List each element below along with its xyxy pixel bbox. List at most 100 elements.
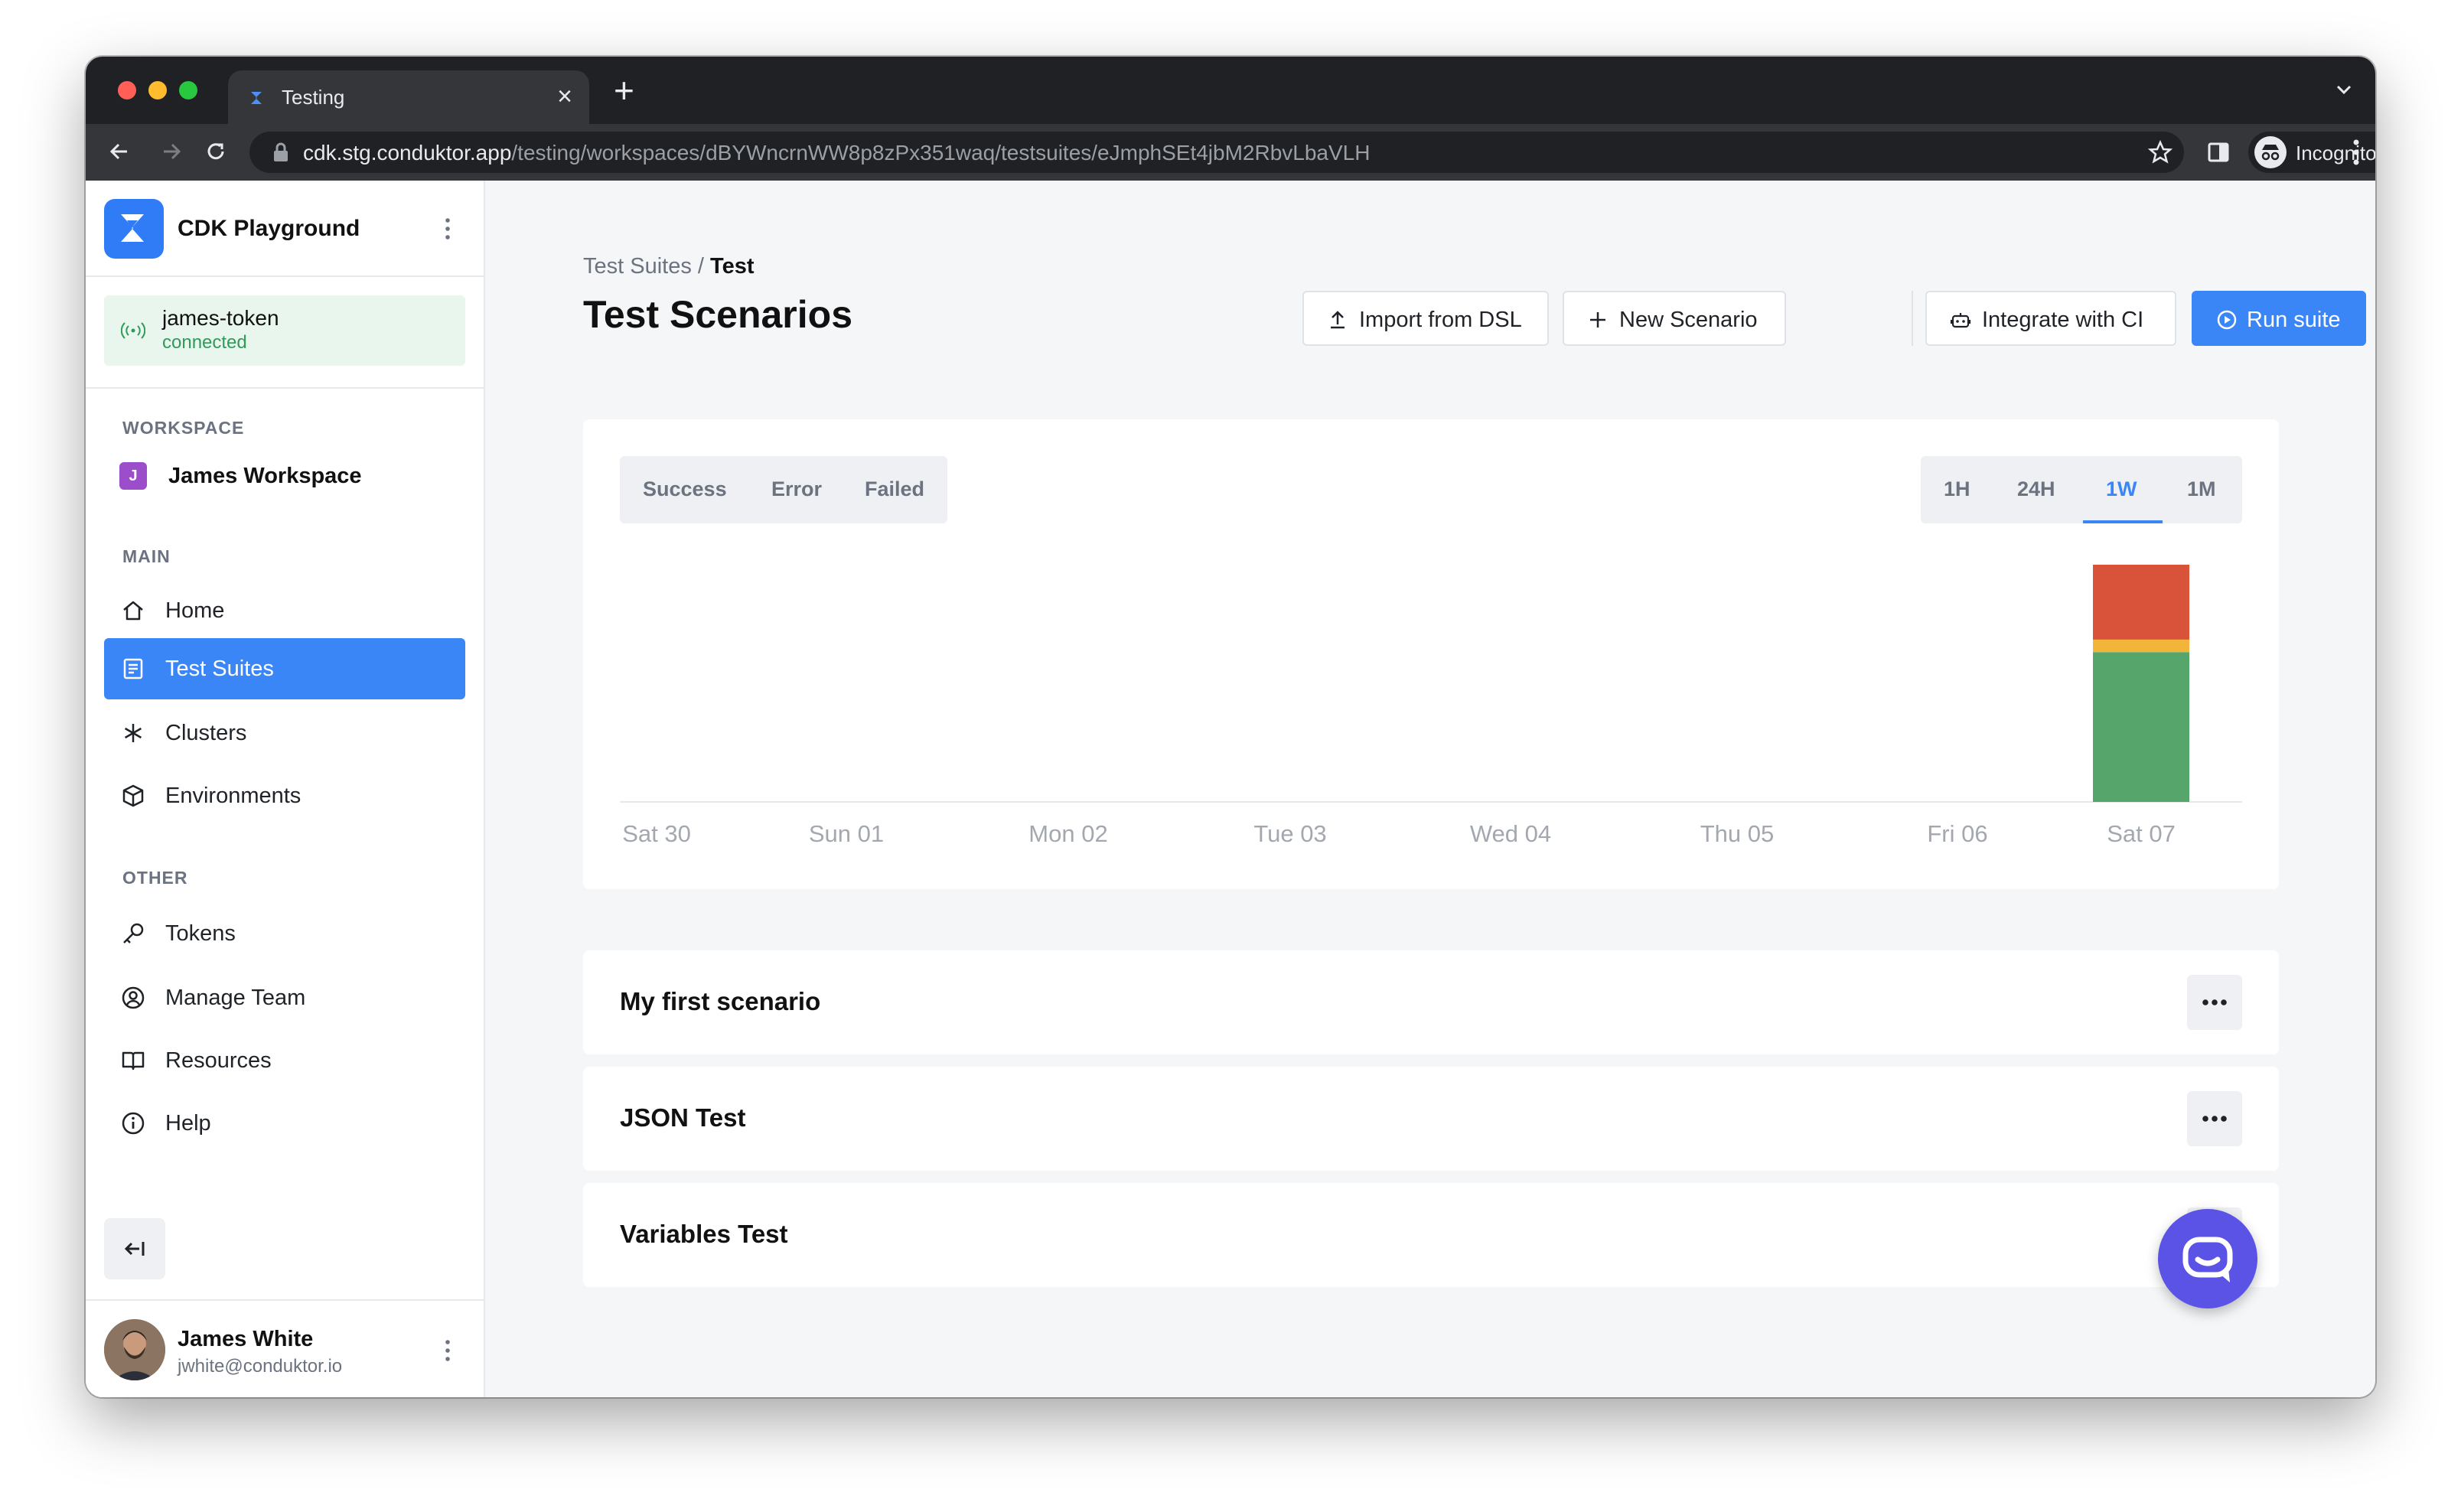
side-panel-icon[interactable] [2205, 139, 2231, 165]
conduktor-logo-icon [104, 199, 164, 259]
breadcrumb-parent-link[interactable]: Test Suites [583, 254, 692, 279]
page-title: Test Scenarios [583, 293, 853, 336]
document-icon [123, 658, 143, 679]
token-status-card[interactable]: james-token connected [104, 295, 465, 366]
scenario-row[interactable]: Variables Test [583, 1183, 2279, 1287]
chat-bubble-icon [2182, 1237, 2233, 1282]
bar-segment-error[interactable] [2093, 639, 2189, 653]
test-results-chart-card: Success Error Failed 1H 24H 1W 1M Sat 30… [583, 419, 2279, 889]
token-status: connected [162, 332, 247, 353]
back-arrow-icon[interactable] [106, 138, 133, 165]
incognito-label: Incognito [2296, 142, 2375, 165]
sidebar-item-environments[interactable]: Environments [104, 765, 465, 826]
scenario-name: My first scenario [620, 987, 821, 1015]
workspace-badge: J [119, 462, 147, 490]
collapse-sidebar-button[interactable] [104, 1218, 165, 1279]
browser-toolbar: cdk.stg.conduktor.app/testing/workspaces… [86, 124, 2375, 181]
main-content: Test Suites / Test Test Scenarios Import… [485, 181, 2375, 1397]
user-profile[interactable]: James White jwhite@conduktor.io [104, 1319, 465, 1380]
upload-icon [1331, 311, 1345, 329]
run-suite-button[interactable]: Run suite [2192, 291, 2366, 346]
x-tick-label: Fri 06 [1927, 820, 1987, 847]
address-bar[interactable]: cdk.stg.conduktor.app/testing/workspaces… [249, 132, 2184, 173]
cube-icon [122, 784, 144, 807]
import-from-dsl-button[interactable]: Import from DSL [1302, 291, 1549, 346]
forward-arrow-icon[interactable] [158, 138, 185, 165]
x-tick-label: Wed 04 [1470, 820, 1551, 847]
sidebar-item-label: Help [165, 1111, 211, 1136]
url-path: /testing/workspaces/dBYWncrnWW8p8zPx351w… [511, 141, 1371, 165]
sidebar-item-test-suites[interactable]: Test Suites [104, 638, 465, 699]
user-menu-icon[interactable] [444, 1339, 451, 1362]
user-name: James White [178, 1327, 314, 1351]
close-window-button[interactable] [118, 81, 136, 99]
conduktor-favicon-icon [251, 92, 262, 104]
user-circle-icon [122, 986, 145, 1009]
broadcast-icon [121, 322, 145, 339]
divider [86, 387, 484, 389]
info-icon [122, 1112, 145, 1135]
test-results-chart: Sat 30 Sun 01 Mon 02 Tue 03 Wed 04 Thu 05 Fri … [620, 565, 2242, 847]
workspace-section-label: WORKSPACE [122, 418, 245, 438]
x-tick-label: Thu 05 [1700, 820, 1775, 847]
collapse-arrow-icon [124, 1242, 145, 1256]
sidebar-item-tokens[interactable]: Tokens [104, 903, 465, 964]
close-tab-icon[interactable]: × [557, 81, 572, 112]
scenario-row[interactable]: JSON Test [583, 1067, 2279, 1171]
browser-titlebar: Testing × + [86, 57, 2375, 124]
sidebar-item-manage-team[interactable]: Manage Team [104, 967, 465, 1028]
other-section-label: OTHER [122, 868, 188, 888]
workspace-selector[interactable]: J James Workspace [119, 461, 456, 491]
avatar [104, 1319, 165, 1380]
toolbar-divider [1912, 291, 1913, 346]
robot-icon [1950, 313, 1971, 328]
sidebar-item-label: Tokens [165, 921, 236, 946]
plus-icon [1590, 312, 1605, 327]
divider [86, 1299, 484, 1301]
bar-segment-success[interactable] [2093, 652, 2189, 802]
button-label: Run suite [2247, 308, 2341, 332]
sidebar-item-label: Resources [165, 1048, 272, 1073]
more-horizontal-icon [2202, 999, 2227, 1005]
tab-title: Testing [282, 86, 345, 109]
chat-support-button[interactable] [2158, 1209, 2257, 1308]
sidebar-item-resources[interactable]: Resources [104, 1030, 465, 1091]
new-tab-icon[interactable]: + [614, 72, 634, 109]
sidebar-item-label: Clusters [165, 721, 247, 745]
x-tick-label: Sat 07 [2107, 820, 2176, 847]
sidebar-item-home[interactable]: Home [104, 580, 465, 641]
new-scenario-button[interactable]: New Scenario [1563, 291, 1786, 346]
app-menu-icon[interactable] [444, 217, 451, 240]
maximize-window-button[interactable] [179, 81, 197, 99]
scenario-more-button[interactable] [2187, 1091, 2242, 1146]
minimize-window-button[interactable] [148, 81, 167, 99]
book-icon [122, 1051, 145, 1070]
sidebar-item-clusters[interactable]: Clusters [104, 702, 465, 764]
bookmark-star-icon[interactable] [2147, 139, 2173, 165]
bar-segment-failed[interactable] [2093, 565, 2189, 640]
sidebar-item-help[interactable]: Help [104, 1093, 465, 1154]
lock-icon [274, 142, 288, 161]
x-tick-label: Tue 03 [1253, 820, 1326, 847]
integrate-with-ci-button[interactable]: Integrate with CI [1925, 291, 2176, 346]
reload-icon[interactable] [202, 138, 230, 165]
key-icon [123, 923, 144, 943]
scenario-row[interactable]: My first scenario [583, 950, 2279, 1054]
app-container: CDK Playground james-token connected WOR… [86, 181, 2375, 1397]
chevron-down-icon[interactable] [2334, 80, 2354, 99]
scenario-more-button[interactable] [2187, 975, 2242, 1030]
breadcrumb: Test Suites / Test [583, 254, 755, 279]
sidebar-item-label: Home [165, 598, 225, 623]
x-tick-label: Sat 30 [622, 820, 691, 847]
workspace-name: James Workspace [168, 464, 362, 488]
asterisk-icon [124, 724, 142, 742]
breadcrumb-separator: / [697, 254, 704, 279]
browser-tab[interactable]: Testing × [228, 70, 589, 124]
home-icon [123, 601, 143, 621]
browser-menu-icon[interactable] [2352, 138, 2360, 167]
button-label: Integrate with CI [1982, 308, 2144, 332]
sidebar-item-label: Environments [165, 784, 302, 808]
button-label: Import from DSL [1359, 308, 1522, 332]
scenario-name: Variables Test [620, 1220, 788, 1248]
user-email: jwhite@conduktor.io [178, 1356, 343, 1377]
